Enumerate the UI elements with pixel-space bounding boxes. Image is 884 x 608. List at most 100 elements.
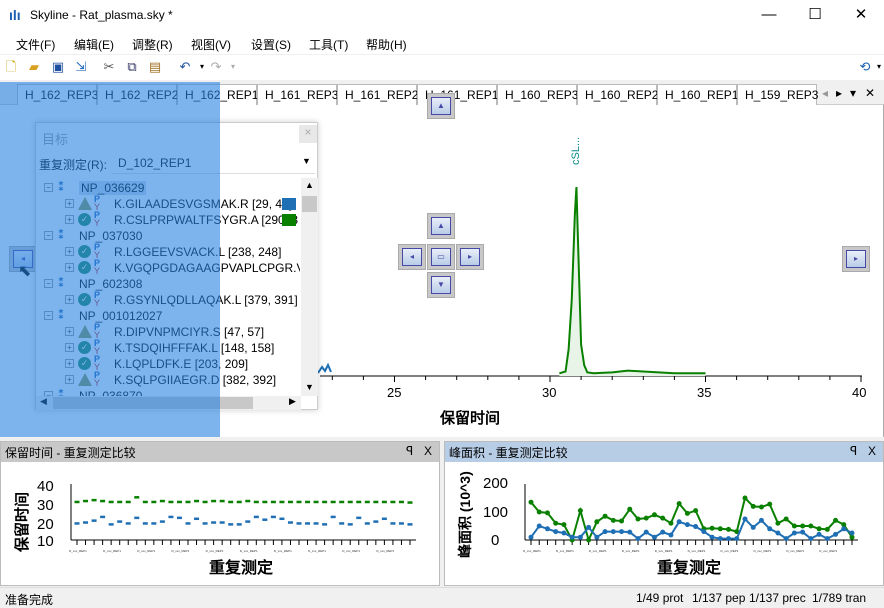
area-ytick-0: 0 — [491, 532, 500, 549]
redo-icon[interactable]: ↷ — [207, 58, 225, 76]
collapse-icon[interactable]: − — [44, 279, 53, 288]
open-folder-icon[interactable]: ▰ — [25, 58, 43, 76]
data-point-blue — [219, 521, 225, 524]
dock-center-right-guide[interactable]: ▸ — [456, 244, 484, 270]
redo-dropdown-icon[interactable]: ▾ — [224, 58, 242, 76]
tab-h-162-rep2[interactable]: H_162_REP2 — [97, 84, 178, 105]
tab-h-162-rep1[interactable]: H_162_REP1 — [177, 84, 258, 105]
tab-scroll-right-icon[interactable]: ▸ — [836, 86, 842, 100]
data-point-green — [544, 510, 550, 516]
peptide-node[interactable]: + ✓ P Y K.LQPLDFK.E [203, 209] — [36, 355, 300, 372]
scroll-thumb[interactable] — [302, 196, 317, 212]
tab-h-161-rep2[interactable]: H_161_REP2 — [337, 84, 418, 105]
warning-icon — [78, 373, 92, 386]
data-point-green — [619, 518, 625, 524]
tab-h-160-rep2[interactable]: H_160_REP2 — [577, 84, 658, 105]
peptide-node[interactable]: + ✓ P Y R.LGGEEVSVACK.L [238, 248] — [36, 243, 300, 260]
expand-icon[interactable]: + — [65, 263, 74, 272]
expand-icon[interactable]: + — [65, 359, 74, 368]
tab-scroll-left-icon[interactable]: ◂ — [822, 86, 828, 100]
dock-center-top-guide[interactable]: ▲ — [427, 213, 455, 239]
data-point-blue — [159, 520, 165, 523]
replicate-dropdown[interactable]: D_102_REP1 ▼ — [112, 152, 315, 174]
new-icon[interactable]: 🗋 — [2, 58, 20, 76]
menu-refine[interactable]: 调整(R) — [132, 36, 173, 53]
tab-h-160-rep3[interactable]: H_160_REP3 — [497, 84, 578, 105]
tab-h-159-rep3[interactable]: H_159_REP3 — [737, 84, 818, 105]
save-icon[interactable]: ▣ — [49, 58, 67, 76]
collapse-icon[interactable]: − — [44, 311, 53, 320]
menu-edit[interactable]: 编辑(E) — [74, 36, 114, 53]
targets-close-button[interactable]: × — [299, 125, 317, 143]
protein-node[interactable]: − ⁑ NP_001012027 — [36, 308, 300, 324]
area-y-label: 峰面积 (10^3) — [457, 471, 473, 558]
data-point-blue — [322, 523, 328, 526]
data-point-blue — [668, 532, 674, 538]
data-point-green — [228, 500, 234, 504]
menu-help[interactable]: 帮助(H) — [366, 36, 407, 53]
targets-tree[interactable]: − ⁑ NP_036629 + P Y K.GILAADESVGSMAK.R [29, 42… — [36, 178, 300, 396]
close-button[interactable]: ✕ — [838, 0, 884, 30]
protein-node[interactable]: − ⁑ NP_036629 — [36, 180, 300, 196]
peptide-node[interactable]: + P Y K.GILAADESVGSMAK.R [29, 42] — [36, 195, 300, 212]
tree-horizontal-scrollbar[interactable]: ◀ ▶ — [36, 396, 301, 410]
undo-icon[interactable]: ↶ — [176, 58, 194, 76]
protein-node[interactable]: − ⁑ NP_037030 — [36, 228, 300, 244]
expand-icon[interactable]: + — [65, 215, 74, 224]
expand-icon[interactable]: + — [65, 327, 74, 336]
dock-center-fill-guide[interactable]: ▭ — [427, 244, 455, 270]
maximize-button[interactable]: ☐ — [792, 0, 838, 30]
retention-time-panel[interactable]: 保留时间 - 重复测定比较 ꟼ X D_xxx_REP1 D_xxx_REP1 D_… — [0, 441, 440, 586]
expand-icon[interactable]: + — [65, 295, 74, 304]
expand-icon[interactable]: + — [65, 247, 74, 256]
menu-settings[interactable]: 设置(S) — [251, 36, 291, 53]
x-tick-label: D_xxx_REP1 — [274, 549, 292, 553]
peptide-node[interactable]: + ✓ P Y R.CSLPRPWALTFSYGR.A [290, 3 — [36, 211, 300, 228]
tree-node-label: K.LQPLDFK.E [203, 209] — [114, 357, 249, 371]
dock-center-bottom-guide[interactable]: ▼ — [427, 272, 455, 298]
copy-icon[interactable]: ⧉ — [123, 58, 141, 76]
protein-node[interactable]: − ⁑ NP_036870 — [36, 388, 300, 396]
menu-tools[interactable]: 工具(T) — [309, 36, 348, 53]
menu-file[interactable]: 文件(F) — [16, 36, 55, 53]
peptide-node[interactable]: + ✓ P Y K.TSDQIHFFFAK.L [148, 158] — [36, 339, 300, 356]
expand-icon[interactable]: + — [65, 199, 74, 208]
data-point-green — [398, 500, 404, 504]
data-point-blue — [142, 522, 148, 525]
tab-h-160-rep1[interactable]: H_160_REP1 — [657, 84, 738, 105]
peak-area-panel[interactable]: 峰面积 - 重复测定比较 ꟼ X D_xxx_REP1 D_xxx_REP1 D_x… — [444, 441, 884, 586]
scroll-left-icon[interactable]: ◀ — [40, 396, 47, 407]
tab-close-icon[interactable]: ✕ — [865, 86, 875, 100]
targets-panel[interactable]: 目标 × 重复测定(R): D_102_REP1 ▼ − ⁑ NP_036629 + P… — [35, 122, 318, 410]
scroll-up-icon[interactable]: ▲ — [305, 180, 314, 190]
dock-right-guide[interactable]: ▸ — [842, 246, 870, 272]
data-point-blue — [619, 529, 625, 535]
tab-h-161-rep3[interactable]: H_161_REP3 — [257, 84, 338, 105]
expand-icon[interactable]: + — [65, 375, 74, 384]
collapse-icon[interactable]: − — [44, 231, 53, 240]
tree-vertical-scrollbar[interactable]: ▲ ▼ — [301, 178, 318, 396]
minimize-button[interactable]: — — [746, 0, 792, 30]
tab-list-icon[interactable]: ▾ — [850, 86, 856, 100]
peptide-node[interactable]: + ✓PY K.VGQPGDAGAAGPVAPLCPGR.V [32 — [36, 259, 300, 276]
paste-icon[interactable]: ▤ — [146, 58, 164, 76]
cut-icon[interactable]: ✂ — [100, 58, 118, 76]
integrate-dropdown-icon[interactable]: ▾ — [870, 58, 884, 76]
peptide-node[interactable]: + P Y K.SQLPGIIAEGR.D [382, 392] — [36, 371, 300, 388]
peptide-node[interactable]: + P Y R.DIPVNPMCIYR.S [47, 57] — [36, 323, 300, 340]
peptide-node[interactable]: + ✓ P Y R.GSYNLQDLLAQAK.L [379, 391] — [36, 291, 300, 308]
scroll-down-icon[interactable]: ▼ — [305, 382, 314, 392]
dock-center-left-guide[interactable]: ◂ — [398, 244, 426, 270]
import-icon[interactable]: ⇲ — [72, 58, 90, 76]
tab-h-162-rep3[interactable]: H_162_REP3 — [17, 84, 98, 105]
scroll-right-icon[interactable]: ▶ — [289, 396, 296, 407]
expand-icon[interactable]: + — [65, 343, 74, 352]
menu-view[interactable]: 视图(V) — [191, 36, 231, 53]
dock-top-guide[interactable]: ▲ — [427, 93, 455, 119]
blue-trace-fragment — [317, 362, 332, 374]
scroll-thumb-horizontal[interactable] — [53, 397, 253, 409]
data-point-blue — [651, 534, 657, 540]
collapse-icon[interactable]: − — [44, 183, 53, 192]
protein-node[interactable]: − ⁑ NP_602308 — [36, 276, 300, 292]
tree-node-label: NP_036629 — [79, 181, 147, 195]
